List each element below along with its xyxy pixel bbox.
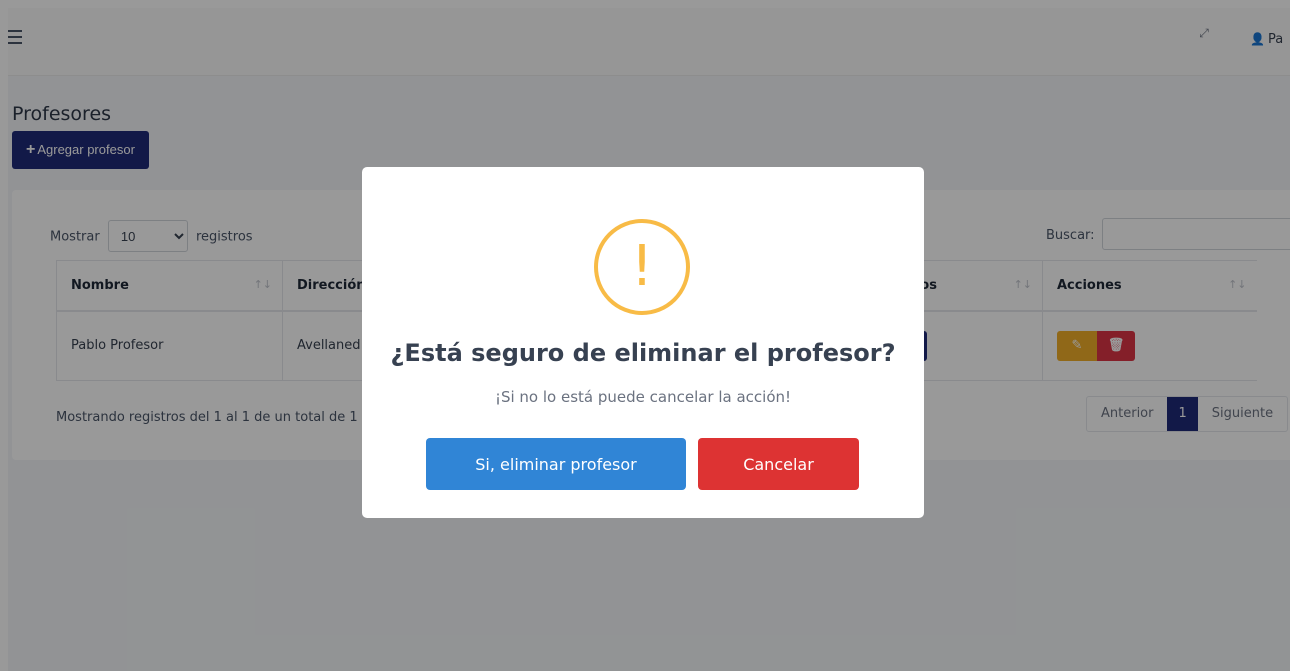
- warning-icon: !: [594, 219, 690, 315]
- cancel-button[interactable]: Cancelar: [698, 438, 859, 490]
- dialog-title: ¿Está seguro de eliminar el profesor?: [390, 339, 896, 367]
- confirm-delete-button[interactable]: Si, eliminar profesor: [426, 438, 686, 490]
- delete-confirm-dialog: ! ¿Está seguro de eliminar el profesor? …: [362, 167, 924, 518]
- dialog-text: ¡Si no lo está puede cancelar la acción!: [494, 388, 792, 406]
